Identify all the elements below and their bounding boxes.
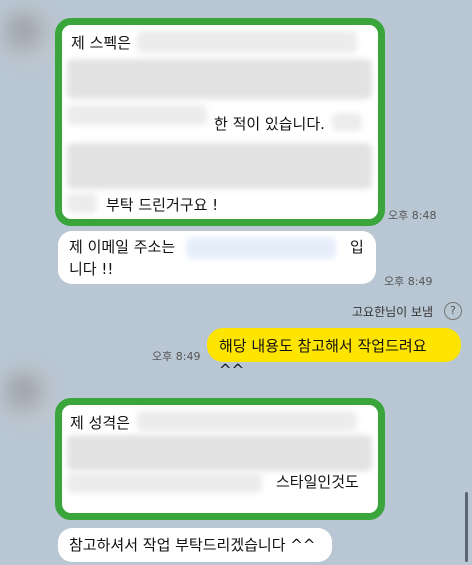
message-text: 입 (350, 238, 364, 256)
sender-label: 고요한님이 보냄 (352, 305, 434, 319)
message-text: 참고하셔서 작업 부탁드리겠습니다 ^^ (69, 536, 316, 554)
redacted-text (67, 193, 97, 213)
redacted-text (67, 59, 372, 99)
message-bubble-spec[interactable]: 제 스펙은 한 적이 있습니다. 부탁 드린거구요 ! (55, 18, 385, 226)
scrollbar[interactable] (465, 492, 468, 562)
redacted-text (67, 435, 372, 471)
redacted-text (67, 473, 262, 493)
redacted-email (186, 237, 336, 259)
message-text: 제 스펙은 (71, 34, 131, 52)
message-text: 부탁 드린거구요 ! (106, 196, 219, 214)
redacted-text (67, 105, 207, 125)
message-text: 제 이메일 주소는 (69, 238, 176, 256)
redacted-text (137, 31, 357, 53)
my-message-bubble[interactable]: 해당 내용도 참고해서 작업드려요^^ (207, 328, 461, 379)
redacted-text (332, 113, 362, 131)
message-time: 오후 8:49 (152, 350, 201, 363)
message-bubble-request[interactable]: 참고하셔서 작업 부탁드리겠습니다 ^^ (58, 528, 332, 562)
message-bubble-email[interactable]: 제 이메일 주소는 입 니다 !! (58, 231, 376, 284)
message-time: 오후 8:48 (388, 209, 437, 222)
message-time: 오후 8:49 (384, 275, 433, 288)
sender-avatar[interactable] (2, 368, 54, 424)
message-text: 니다 !! (69, 260, 114, 278)
message-text: 제 성격은 (70, 414, 130, 432)
message-bubble-personality[interactable]: 제 성격은 스타일인것도 (55, 398, 385, 520)
redacted-text (67, 143, 372, 189)
sender-avatar[interactable] (2, 8, 54, 64)
message-text: 해당 내용도 참고해서 작업드려요^^ (219, 337, 427, 379)
redacted-text (137, 411, 357, 431)
message-text: 한 적이 있습니다. (214, 115, 325, 133)
question-circle-icon[interactable]: ? (444, 302, 462, 320)
message-text: 스타일인것도 (276, 473, 359, 491)
